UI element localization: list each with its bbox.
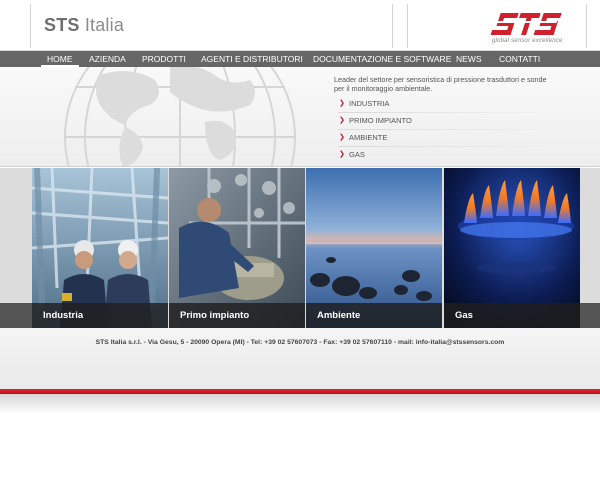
site-footer: STS Italia s.r.l. - Via Gesu, 5 - 20090 … <box>0 328 600 392</box>
site-brand[interactable]: STS Italia <box>44 15 124 36</box>
tile-caption: Gas <box>444 303 580 328</box>
sector-link-gas[interactable]: ❯ GAS <box>338 147 588 163</box>
brand-light: Italia <box>84 15 125 35</box>
tile-gas[interactable]: Gas <box>444 168 580 328</box>
chevron-right-icon: ❯ <box>339 134 345 141</box>
hero-intro-text: Leader del settore per sensoristica di p… <box>334 75 547 93</box>
header-divider <box>392 4 393 48</box>
sector-link-label: PRIMO IMPIANTO <box>349 116 412 125</box>
header-divider <box>586 4 587 48</box>
strip-edge <box>0 303 32 328</box>
sector-photo-strip: Industria Primo impianto Ambiente Gas <box>0 168 600 328</box>
tile-primo-impianto[interactable]: Primo impianto <box>169 168 305 328</box>
nav-item-news[interactable]: NEWS <box>456 51 482 67</box>
chevron-right-icon: ❯ <box>339 117 345 124</box>
sector-link-industria[interactable]: ❯ INDUSTRIA <box>338 96 588 112</box>
nav-item-agenti[interactable]: AGENTI E DISTRIBUTORI <box>201 51 303 67</box>
nav-item-azienda[interactable]: AZIENDA <box>89 51 126 67</box>
sector-links: ❯ INDUSTRIA ❯ PRIMO IMPIANTO ❯ AMBIENTE … <box>338 96 588 163</box>
sector-link-label: AMBIENTE <box>349 133 388 142</box>
nav-item-documentazione[interactable]: DOCUMENTAZIONE E SOFTWARE <box>313 51 451 67</box>
chevron-right-icon: ❯ <box>339 151 345 158</box>
nav-item-contatti[interactable]: CONTATTI <box>499 51 540 67</box>
tile-caption: Primo impianto <box>169 303 305 328</box>
chevron-right-icon: ❯ <box>339 100 345 107</box>
nav-item-home[interactable]: HOME <box>41 51 78 67</box>
sector-link-label: GAS <box>349 150 365 159</box>
nav-item-prodotti[interactable]: PRODOTTI <box>142 51 186 67</box>
sector-link-label: INDUSTRIA <box>349 99 390 108</box>
sts-logo-mark <box>486 13 562 35</box>
globe-illustration <box>64 67 296 166</box>
footer-shadow <box>0 394 600 414</box>
company-contact-info: STS Italia s.r.l. - Via Gesu, 5 - 20090 … <box>95 339 505 346</box>
tile-ambiente[interactable]: Ambiente <box>306 168 442 328</box>
brand-bold: STS <box>44 15 80 35</box>
logo-tagline: global sensor excellence <box>492 38 563 44</box>
sector-link-primo-impianto[interactable]: ❯ PRIMO IMPIANTO <box>338 113 588 129</box>
hero-banner: Leader del settore per sensoristica di p… <box>0 67 600 167</box>
tile-caption: Ambiente <box>306 303 442 328</box>
site-header: STS Italia global sensor excellence <box>0 0 600 51</box>
strip-edge <box>580 303 600 328</box>
sector-link-ambiente[interactable]: ❯ AMBIENTE <box>338 130 588 146</box>
tile-industria[interactable]: Industria <box>32 168 168 328</box>
header-divider <box>30 4 31 48</box>
main-nav: HOME AZIENDA PRODOTTI AGENTI E DISTRIBUT… <box>0 51 600 67</box>
tile-caption: Industria <box>32 303 168 328</box>
header-divider <box>407 4 408 48</box>
